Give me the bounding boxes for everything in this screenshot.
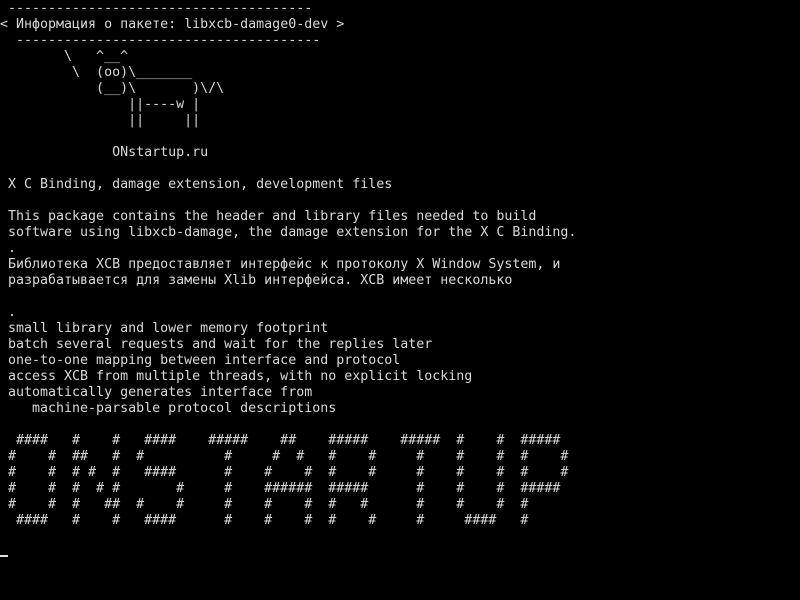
ascii-banner-line: # # # # # #### # # # # # # # # # # — [8, 465, 569, 480]
cowsay-cow-line: \ ^__^ — [8, 49, 129, 64]
cowsay-cow-line: (__)\ )\/\ — [8, 81, 225, 96]
feature-line: batch several requests and wait for the … — [8, 337, 433, 352]
package-summary: X C Binding, damage extension, developme… — [8, 177, 393, 192]
cowsay-cow-line: \ (oo)\_______ — [8, 65, 193, 80]
cowsay-speech: < Информация о пакете: libxcb-damage0-de… — [0, 17, 345, 32]
feature-line: machine-parsable protocol descriptions — [8, 401, 337, 416]
description-line: . — [8, 241, 17, 256]
ascii-banner-line: # # ## # # # # # # # # # # # # — [8, 449, 569, 464]
feature-line: one-to-one mapping between interface and… — [8, 353, 401, 368]
description-line: разрабатывается для замены Xlib интерфей… — [8, 273, 513, 288]
terminal-screen[interactable]: -------------------------------------- <… — [0, 0, 800, 600]
cowsay-border-top: -------------------------------------- — [8, 1, 313, 16]
ascii-banner-line: # # # ## # # # # # # # # # # # — [8, 497, 529, 512]
ascii-banner-line: # # # # # # # ###### ##### # # # ##### — [8, 481, 561, 496]
feature-line: automatically generates interface from — [8, 385, 313, 400]
cowsay-cow-line: || || — [8, 113, 201, 128]
ascii-banner-line: #### # # #### ##### ## ##### ##### # # #… — [8, 433, 561, 448]
description-line: This package contains the header and lib… — [8, 209, 537, 224]
description-line: Библиотека XCB предоставляет интерфейс к… — [8, 257, 561, 272]
ascii-banner-line: #### # # #### # # # # # # #### # — [8, 513, 529, 528]
feature-line: access XCB from multiple threads, with n… — [8, 369, 473, 384]
description-line: software using libxcb-damage, the damage… — [8, 225, 577, 240]
feature-line: small library and lower memory footprint — [8, 321, 329, 336]
feature-line: . — [8, 305, 17, 320]
cowsay-cow-line: ||----w | — [8, 97, 201, 112]
text-cursor — [0, 555, 8, 557]
cowsay-border-bottom: -------------------------------------- — [8, 33, 321, 48]
site-name: ONstartup.ru — [8, 145, 209, 160]
